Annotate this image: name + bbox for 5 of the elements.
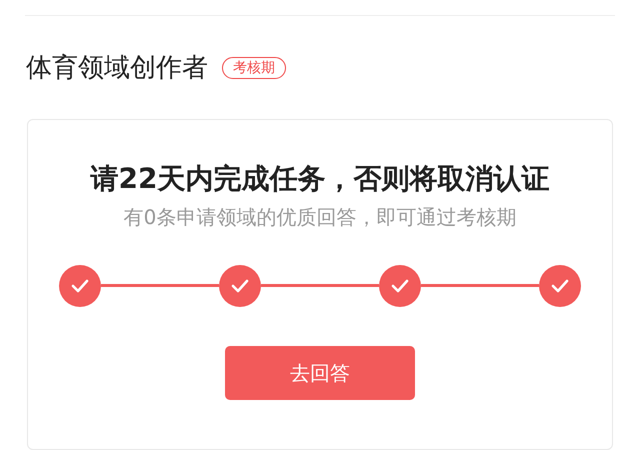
card-heading: 请22天内完成任务，否则将取消认证 xyxy=(90,164,550,193)
section-title: 体育领域创作者 xyxy=(26,55,208,82)
card-subtitle: 有0条申请领域的优质回答，即可通过考核期 xyxy=(124,206,516,227)
answer-button[interactable]: 去回答 xyxy=(225,346,415,400)
status-badge: 考核期 xyxy=(222,57,286,80)
